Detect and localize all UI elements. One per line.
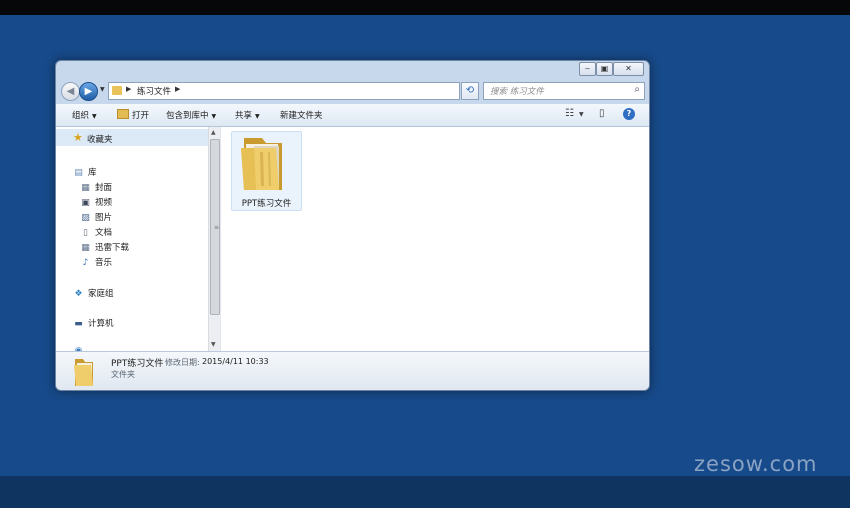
details-date-label: 修改日期:: [165, 358, 200, 367]
chevron-down-icon: ▼: [92, 113, 97, 120]
nav-item-computer[interactable]: ▬ 计算机: [73, 317, 114, 329]
new-folder-button[interactable]: 新建文件夹: [280, 109, 323, 121]
scroll-up-icon[interactable]: ▲: [211, 129, 216, 136]
nav-item-label: 文档: [95, 228, 113, 238]
include-in-library-button[interactable]: 包含到库中 ▼: [166, 109, 216, 121]
homegroup-icon: ❖: [74, 289, 83, 299]
share-label: 共享: [235, 111, 253, 121]
scroll-thumb[interactable]: ≡: [210, 139, 220, 315]
download-icon: ▦: [81, 243, 90, 253]
nav-item-label: 音乐: [95, 258, 113, 268]
details-pane: PPT练习文件 修改日期: 2015/4/11 10:33 文件夹: [56, 351, 649, 390]
nav-item-label: 图片: [95, 213, 113, 223]
refresh-button[interactable]: ⟲: [461, 82, 479, 100]
address-row: ◀ ▶ ▼ ▶ 练习文件 ▶ ▼ ⟲ 搜索 练习文件 ⌕: [56, 79, 649, 103]
screen-top-bar: [0, 0, 850, 15]
breadcrumb-item[interactable]: 练习文件: [137, 85, 171, 97]
help-icon[interactable]: ?: [623, 108, 635, 120]
forward-arrow-icon: ▶: [84, 86, 93, 97]
title-bar: ‒ ▣ ✕: [56, 61, 649, 78]
nav-item-label: 迅雷下载: [95, 243, 130, 253]
open-icon: [117, 109, 129, 119]
nav-item-favorites[interactable]: ★ 收藏夹: [56, 129, 208, 146]
maximize-button[interactable]: ▣: [596, 62, 613, 76]
organize-label: 组织: [72, 111, 90, 121]
details-file-type: 文件夹: [111, 370, 135, 379]
star-icon: ★: [73, 131, 83, 144]
document-icon: ▦: [81, 183, 90, 193]
folder-icon: [241, 138, 282, 190]
explorer-window: ‒ ▣ ✕ ◀ ▶ ▼ ▶ 练习文件 ▶ ▼ ⟲ 搜索 练习文件 ⌕ 组织▼ 打…: [55, 60, 650, 391]
back-arrow-icon: ◀: [66, 86, 75, 97]
share-button[interactable]: 共享 ▼: [235, 109, 260, 121]
details-file-name: PPT练习文件: [111, 359, 164, 369]
computer-icon: ▬: [74, 319, 83, 329]
breadcrumb-chevron-icon[interactable]: ▶: [126, 85, 131, 93]
nav-scrollbar[interactable]: ▲ ≡ ▼: [208, 127, 220, 351]
organize-button[interactable]: 组织 ▼: [72, 109, 97, 121]
content-area: ★ 收藏夹 ▤ 库 ▦ 封面 ▣ 视频 ▨ 图片 ▯ 文档 ▦ 迅雷下载 ♪ 音乐: [56, 127, 649, 389]
new-folder-label: 新建文件夹: [280, 111, 323, 121]
nav-item-library[interactable]: ▦ 封面: [80, 181, 112, 193]
search-icon: ⌕: [634, 84, 640, 95]
minimize-button[interactable]: ‒: [579, 62, 596, 76]
open-label: 打开: [132, 111, 150, 121]
nav-item-label: 封面: [95, 183, 113, 193]
details-date-value: 2015/4/11 10:33: [202, 357, 269, 366]
chevron-down-icon: ▼: [255, 113, 260, 120]
search-input[interactable]: 搜索 练习文件 ⌕: [483, 82, 645, 100]
music-icon: ♪: [82, 258, 89, 268]
back-button[interactable]: ◀: [61, 82, 80, 101]
nav-item-label: 计算机: [88, 319, 114, 329]
watermark-logo: zesow.com: [694, 452, 818, 476]
search-placeholder: 搜索 练习文件: [490, 87, 544, 97]
open-button[interactable]: 打开: [117, 109, 149, 121]
nav-item-label: 收藏夹: [87, 135, 113, 145]
nav-item-library[interactable]: ▦ 迅雷下载: [80, 241, 129, 253]
nav-item-label: 库: [88, 168, 97, 178]
forward-button[interactable]: ▶: [79, 82, 98, 101]
preview-pane-icon[interactable]: ▯: [599, 108, 605, 119]
nav-item-library[interactable]: ▯ 文档: [80, 226, 112, 238]
minimize-icon: ‒: [584, 64, 591, 73]
nav-item-homegroup[interactable]: ❖ 家庭组: [73, 287, 114, 299]
scroll-down-icon[interactable]: ▼: [211, 341, 216, 348]
file-item[interactable]: PPT练习文件: [231, 131, 302, 211]
chevron-down-icon: ▼: [211, 113, 217, 120]
command-bar: 组织 ▼ 打开 包含到库中 ▼ 共享 ▼ 新建文件夹 ☷ ▼ ▯ ?: [56, 104, 649, 127]
close-button[interactable]: ✕: [613, 62, 644, 76]
screen-bottom-band: [0, 476, 850, 508]
folder-icon: [112, 86, 122, 95]
refresh-icon: ⟲: [465, 85, 475, 96]
folder-icon: [74, 359, 93, 386]
document-icon: ▯: [83, 228, 88, 238]
nav-item-libraries[interactable]: ▤ 库: [73, 166, 97, 178]
file-name: PPT练习文件: [241, 199, 292, 209]
recent-pages-dropdown-icon[interactable]: ▼: [100, 86, 105, 93]
restore-icon: ▣: [600, 64, 609, 73]
close-icon: ✕: [625, 64, 632, 73]
view-dropdown-icon[interactable]: ▼: [579, 111, 584, 118]
address-bar[interactable]: ▶ 练习文件 ▶ ▼: [108, 82, 508, 100]
nav-item-library[interactable]: ♪ 音乐: [80, 256, 112, 268]
library-icon: ▤: [74, 168, 83, 178]
view-options-icon[interactable]: ☷: [565, 108, 574, 119]
nav-item-library[interactable]: ▣ 视频: [80, 196, 112, 208]
include-in-library-label: 包含到库中: [166, 111, 209, 121]
pane-divider[interactable]: [220, 127, 221, 351]
grip-icon: ≡: [214, 224, 220, 231]
picture-icon: ▨: [81, 213, 90, 223]
breadcrumb-chevron-icon[interactable]: ▶: [175, 85, 180, 93]
nav-item-label: 视频: [95, 198, 113, 208]
navigation-pane: ★ 收藏夹 ▤ 库 ▦ 封面 ▣ 视频 ▨ 图片 ▯ 文档 ▦ 迅雷下载 ♪ 音乐: [56, 127, 208, 351]
video-icon: ▣: [81, 198, 90, 208]
nav-item-library[interactable]: ▨ 图片: [80, 211, 112, 223]
nav-item-label: 家庭组: [88, 289, 114, 299]
